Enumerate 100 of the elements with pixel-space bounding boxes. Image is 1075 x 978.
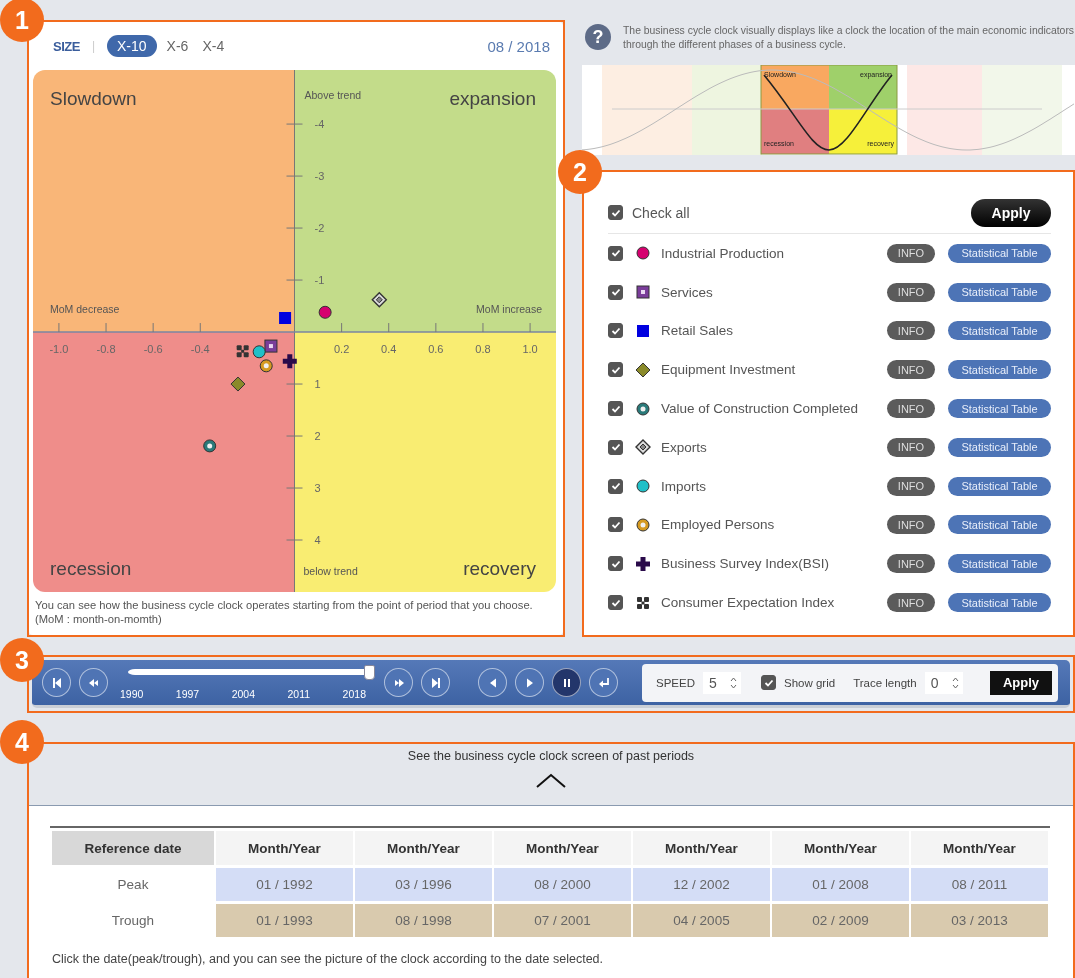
date-cell[interactable]: 08 / 1998: [355, 904, 492, 937]
info-button[interactable]: INFO: [887, 476, 935, 496]
check-icon: [610, 287, 621, 298]
tick-label: 2: [314, 430, 321, 442]
info-button[interactable]: INFO: [887, 360, 935, 380]
check-icon: [610, 364, 621, 375]
spinner-icon: [730, 675, 737, 690]
info-button[interactable]: INFO: [887, 554, 935, 574]
phase-label: recovery: [463, 558, 536, 579]
previous-button[interactable]: [478, 668, 507, 697]
info-button[interactable]: INFO: [887, 437, 935, 457]
year-label: 2011: [287, 688, 311, 700]
note-text: Click the date(peak/trough), and you can see the picture of the clock according to the date selected.: [52, 952, 605, 966]
checkbox[interactable]: [608, 595, 623, 611]
tick-label: -3: [314, 170, 325, 183]
date-cell[interactable]: 07 / 2001: [494, 904, 631, 937]
checkbox[interactable]: [608, 323, 623, 339]
date-cell[interactable]: 02 / 2009: [772, 904, 909, 937]
tick-label: -2: [314, 222, 325, 235]
info-button[interactable]: INFO: [887, 321, 935, 341]
info-button[interactable]: INFO: [887, 243, 935, 263]
first-button[interactable]: [42, 668, 71, 697]
checkbox[interactable]: [608, 205, 623, 220]
axis-label: Above trend: [304, 89, 362, 101]
axis-label: below trend: [303, 565, 358, 577]
indicator-name: Consumer Expectation Index: [661, 595, 835, 611]
speed-field[interactable]: 5: [703, 671, 741, 694]
check-icon: [610, 403, 621, 414]
show-grid-label: Show grid: [784, 676, 836, 689]
phase-label: expansion: [449, 88, 536, 109]
statistical-table-button[interactable]: Statistical Table: [948, 282, 1051, 302]
check-icon: [610, 442, 621, 453]
indicator-name: Exports: [661, 439, 707, 455]
date-cell[interactable]: 08 / 2000: [494, 868, 631, 901]
date-cell[interactable]: 08 / 2011: [911, 868, 1048, 901]
statistical-table-button[interactable]: Statistical Table: [948, 554, 1051, 574]
apply-button[interactable]: Apply: [990, 670, 1052, 695]
step-forward-button[interactable]: [384, 668, 413, 697]
statistical-table-button[interactable]: Statistical Table: [948, 593, 1051, 613]
checkbox[interactable]: [608, 556, 623, 572]
tick-label: 1.0: [522, 343, 538, 356]
checkbox[interactable]: [608, 478, 623, 494]
rewind-icon: [87, 676, 100, 689]
size-tab[interactable]: X-6: [162, 35, 193, 57]
callout-badge: 4: [0, 720, 44, 764]
checkbox[interactable]: [608, 517, 623, 533]
statistical-table-button[interactable]: Statistical Table: [948, 476, 1051, 496]
tick-label: -0.4: [190, 343, 210, 356]
statistical-table-button[interactable]: Statistical Table: [948, 399, 1051, 419]
date-cell[interactable]: 01 / 2008: [772, 868, 909, 901]
statistical-table-button[interactable]: Statistical Table: [948, 243, 1051, 263]
return-button[interactable]: [589, 668, 618, 697]
slider-handle[interactable]: [364, 665, 375, 680]
indicator-name: Equipment Investment: [661, 362, 796, 378]
checkbox[interactable]: [608, 284, 623, 300]
check-icon: [763, 677, 774, 688]
date-cell[interactable]: 03 / 1996: [355, 868, 492, 901]
play-button[interactable]: [515, 668, 544, 697]
tick-label: -4: [314, 118, 325, 131]
checkbox[interactable]: [608, 439, 623, 455]
column-header: Month/Year: [911, 831, 1048, 865]
date-cell[interactable]: 01 / 1993: [216, 904, 353, 937]
date-cell[interactable]: 12 / 2002: [633, 868, 770, 901]
statistical-table-button[interactable]: Statistical Table: [948, 437, 1051, 457]
date-cell[interactable]: 03 / 2013: [911, 904, 1048, 937]
checkbox[interactable]: [608, 401, 623, 417]
tick-label: 0.8: [475, 343, 491, 356]
size-tab[interactable]: X-4: [198, 35, 229, 57]
trace-length-field[interactable]: 0: [924, 671, 963, 694]
caption-text: You can see how the business cycle clock operates starting from the point of period that you choose. (MoM : month-on-momth): [35, 598, 534, 626]
checkbox[interactable]: [608, 245, 623, 261]
year-label: 1997: [175, 688, 200, 700]
return-icon: [597, 676, 610, 689]
date-cell[interactable]: 01 / 1992: [216, 868, 353, 901]
year-label: 2018: [342, 688, 366, 700]
tick-label: -0.6: [143, 343, 163, 356]
checkbox[interactable]: [761, 675, 776, 690]
apply-button[interactable]: Apply: [971, 198, 1051, 227]
help-icon[interactable]: ?: [585, 24, 611, 50]
statistical-table-button[interactable]: Statistical Table: [948, 321, 1051, 341]
year-label: 2004: [231, 688, 256, 700]
chevron-icon[interactable]: [535, 773, 567, 789]
statistical-table-button[interactable]: Statistical Table: [948, 515, 1051, 535]
pause-button[interactable]: [552, 668, 581, 697]
size-tab[interactable]: X-10: [107, 35, 157, 57]
step-back-button[interactable]: [79, 668, 108, 697]
statistical-table-button[interactable]: Statistical Table: [948, 360, 1051, 380]
info-button[interactable]: INFO: [887, 399, 935, 419]
date-cell[interactable]: 04 / 2005: [633, 904, 770, 937]
column-header: Reference date: [52, 831, 214, 865]
callout-badge: 1: [0, 0, 44, 42]
history-title: See the business cycle clock screen of past periods: [407, 749, 695, 763]
separator: |: [91, 39, 96, 53]
info-button[interactable]: INFO: [887, 282, 935, 302]
tick-label: -0.8: [96, 343, 116, 356]
info-button[interactable]: INFO: [887, 593, 935, 613]
last-button[interactable]: [421, 668, 450, 697]
checkbox[interactable]: [608, 362, 623, 378]
axis-label: MoM increase: [476, 303, 542, 316]
info-button[interactable]: INFO: [887, 515, 935, 535]
